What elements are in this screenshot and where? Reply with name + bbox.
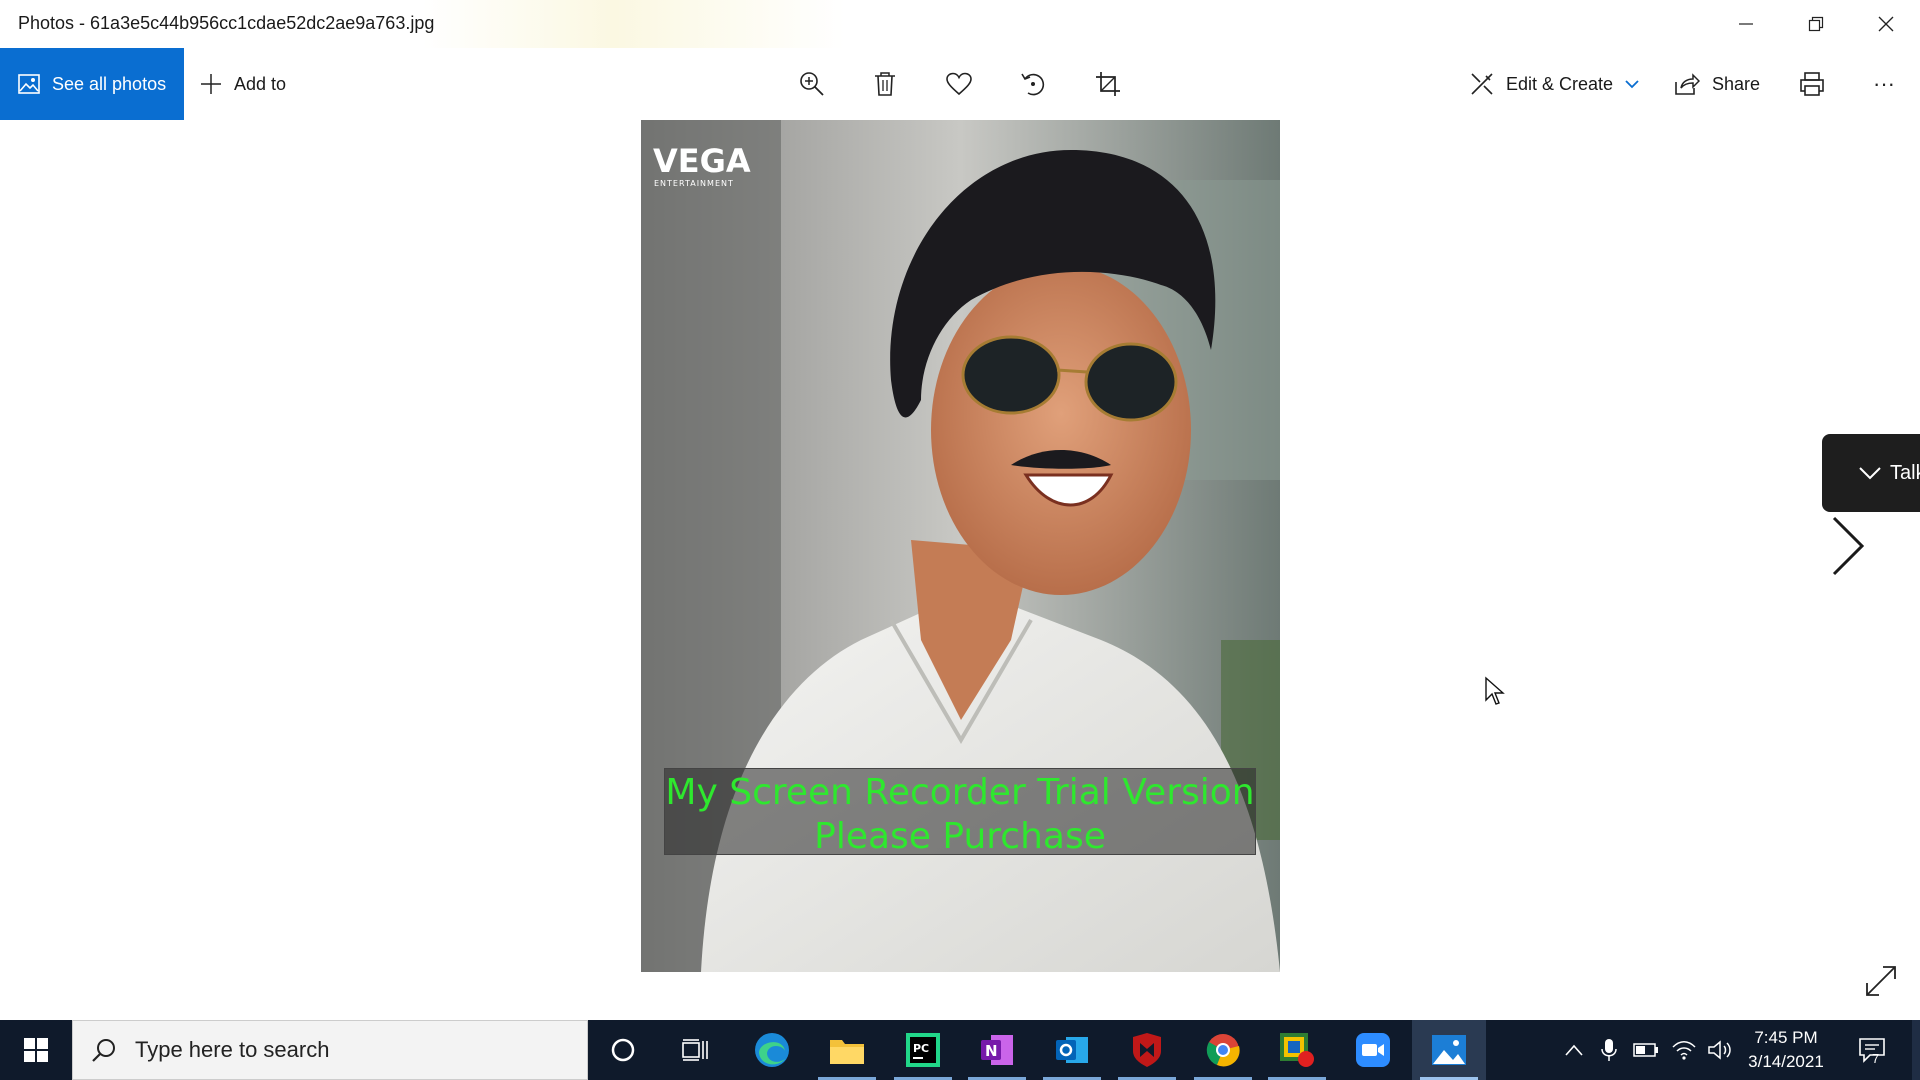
taskbar-chrome[interactable] <box>1186 1020 1260 1080</box>
task-view-icon <box>682 1039 708 1061</box>
restore-button[interactable] <box>1782 0 1850 48</box>
battery-icon <box>1633 1043 1658 1057</box>
rotate-icon <box>1021 73 1045 96</box>
start-button[interactable] <box>0 1020 72 1080</box>
chrome-icon <box>1206 1034 1240 1067</box>
network-tray-button[interactable] <box>1666 1020 1702 1080</box>
print-button[interactable] <box>1790 62 1834 106</box>
minimize-icon <box>1739 23 1753 25</box>
task-view-button[interactable] <box>658 1020 732 1080</box>
share-button[interactable]: Share <box>1674 48 1760 120</box>
taskbar-onenote[interactable]: N <box>960 1020 1034 1080</box>
chevron-right-icon <box>1832 516 1865 576</box>
onenote-icon: N <box>981 1035 1013 1065</box>
close-icon <box>1878 16 1894 32</box>
folder-icon <box>830 1040 864 1064</box>
volume-tray-button[interactable] <box>1702 1020 1738 1080</box>
search-icon <box>92 1039 115 1062</box>
screen-recorder-icon <box>1280 1033 1314 1067</box>
add-to-button[interactable]: Add to <box>200 48 286 120</box>
taskbar-edge[interactable] <box>735 1020 809 1080</box>
close-button[interactable] <box>1852 0 1920 48</box>
more-options-button[interactable]: ··· <box>1862 62 1906 106</box>
see-all-photos-button[interactable]: See all photos <box>0 48 184 120</box>
recorder-watermark: My Screen Recorder Trial Version Please … <box>664 768 1256 857</box>
clock-time: 7:45 PM <box>1754 1028 1818 1047</box>
delete-icon <box>875 72 895 96</box>
mcafee-shield-icon <box>1133 1033 1161 1067</box>
windows-logo-icon <box>24 1038 48 1062</box>
taskbar-screen-recorder[interactable] <box>1260 1020 1334 1080</box>
chevron-down-icon <box>1859 467 1881 480</box>
watermark-line-2: Please Purchase <box>814 816 1106 857</box>
rotate-button[interactable] <box>1011 62 1055 106</box>
zoom-button[interactable] <box>790 62 834 106</box>
crop-button[interactable] <box>1086 62 1130 106</box>
svg-text:PC: PC <box>913 1042 929 1055</box>
expand-diagonal-icon <box>1866 966 1896 996</box>
restore-icon <box>1808 16 1824 32</box>
cortana-button[interactable] <box>586 1020 660 1080</box>
watermark-line-1: My Screen Recorder Trial Version <box>665 772 1255 813</box>
favorite-button[interactable] <box>937 62 981 106</box>
crop-icon <box>1096 72 1120 96</box>
pointer-icon <box>1485 676 1505 705</box>
talk-label: Talk <box>1890 461 1920 484</box>
cortana-circle-icon <box>611 1038 635 1062</box>
edit-create-button[interactable]: Edit & Create <box>1470 48 1639 120</box>
favorite-heart-icon <box>946 72 972 96</box>
search-placeholder: Type here to search <box>135 1037 330 1062</box>
full-screen-button[interactable] <box>1864 964 1904 1004</box>
action-center-button[interactable]: 7 <box>1842 1020 1902 1080</box>
taskbar: Type here to search PC N 7:45 PM 3/14/20… <box>0 1020 1920 1080</box>
wifi-icon <box>1672 1041 1696 1060</box>
taskbar-pycharm[interactable]: PC <box>886 1020 960 1080</box>
edit-create-icon <box>1471 73 1493 95</box>
minimize-button[interactable] <box>1712 0 1780 48</box>
show-hidden-icons-button[interactable] <box>1556 1020 1592 1080</box>
clock-date: 3/14/2021 <box>1748 1052 1824 1071</box>
next-photo-button[interactable] <box>1826 516 1870 576</box>
chevron-down-icon <box>1625 80 1639 89</box>
edit-create-label: Edit & Create <box>1506 73 1614 94</box>
vega-logo-text: VEGA <box>653 142 751 180</box>
notification-count: 7 <box>1872 1051 1880 1066</box>
mouse-pointer <box>1484 676 1506 706</box>
print-icon <box>1800 72 1824 96</box>
taskbar-search-box[interactable]: Type here to search <box>72 1020 588 1080</box>
window-title: Photos - 61a3e5c44b956cc1cdae52dc2ae9a76… <box>18 13 435 33</box>
share-label: Share <box>1712 73 1761 94</box>
vega-logo-subtext: ENTERTAINMENT <box>654 179 734 188</box>
outlook-icon <box>1056 1037 1088 1063</box>
share-icon <box>1675 73 1700 95</box>
taskbar-mcafee[interactable] <box>1110 1020 1184 1080</box>
microphone-icon <box>1601 1039 1617 1061</box>
edge-browser-icon <box>755 1033 789 1067</box>
add-to-label: Add to <box>234 73 287 94</box>
zoom-video-icon <box>1356 1033 1390 1067</box>
pycharm-icon: PC <box>906 1033 940 1067</box>
displayed-photo: VEGA ENTERTAINMENT My Screen Recorder Tr… <box>641 120 1280 972</box>
chevron-up-icon <box>1565 1044 1583 1056</box>
plus-icon <box>201 74 221 94</box>
microphone-tray-button[interactable] <box>1592 1020 1626 1080</box>
speaker-volume-icon <box>1708 1040 1731 1060</box>
taskbar-photos[interactable] <box>1412 1020 1486 1080</box>
talk-panel-button[interactable]: Talk <box>1822 434 1920 512</box>
taskbar-file-explorer[interactable] <box>810 1020 884 1080</box>
photos-app-icon <box>1432 1035 1466 1065</box>
photo-toolbar: See all photos Add to Edit & Create Shar… <box>0 48 1920 120</box>
photo-gallery-icon <box>18 74 40 94</box>
show-desktop-button[interactable] <box>1912 1020 1920 1080</box>
taskbar-zoom[interactable] <box>1336 1020 1410 1080</box>
svg-text:N: N <box>985 1042 998 1060</box>
taskbar-outlook[interactable] <box>1035 1020 1109 1080</box>
taskbar-clock[interactable]: 7:45 PM 3/14/2021 <box>1740 1026 1832 1074</box>
delete-button[interactable] <box>863 62 907 106</box>
see-all-photos-label: See all photos <box>52 73 167 94</box>
battery-tray-button[interactable] <box>1628 1020 1664 1080</box>
title-bar: Photos - 61a3e5c44b956cc1cdae52dc2ae9a76… <box>0 0 1920 48</box>
zoom-in-icon <box>800 72 824 96</box>
